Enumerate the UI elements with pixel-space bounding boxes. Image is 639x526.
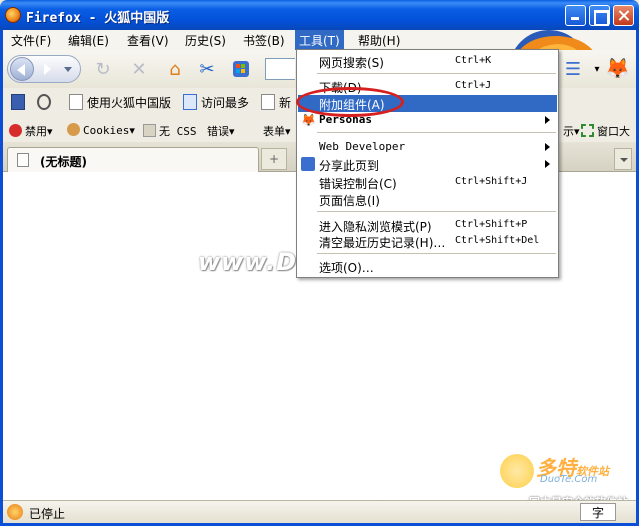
addon-list-icon[interactable]: ☰ (563, 60, 583, 80)
menu-bookmarks[interactable]: 书签(B) (243, 32, 285, 49)
maximize-button[interactable] (589, 5, 610, 26)
window-title: Firefox - 火狐中国版 (26, 11, 170, 26)
menu-edit[interactable]: 编辑(E) (68, 32, 109, 49)
stop-icon[interactable]: ✕ (129, 60, 149, 80)
menu-view[interactable]: 查看(V) (127, 32, 169, 49)
fox-persona-icon[interactable]: 🦊 (605, 58, 630, 78)
menu-item-web-search[interactable]: 网页搜索(S) Ctrl+K (298, 53, 557, 70)
menu-separator (317, 73, 556, 74)
home-icon[interactable]: ⌂ (165, 60, 185, 80)
css-icon (143, 124, 156, 137)
status-bar: 已停止 字 (3, 500, 636, 523)
cookies-menu[interactable]: Cookies▾ (67, 123, 135, 137)
disable-label: 禁用 (25, 125, 47, 138)
plus-icon: + (268, 152, 280, 166)
bookmark-item[interactable]: 使用火狐中国版 (69, 94, 171, 111)
bookmark-item[interactable]: 访问最多 (183, 94, 249, 111)
submenu-arrow-icon (545, 143, 550, 151)
minimize-button[interactable] (565, 5, 586, 26)
title-bar[interactable]: Firefox - 火狐中国版 (0, 0, 639, 30)
no-entry-icon (9, 124, 22, 137)
menu-item-page-info[interactable]: 页面信息(I) (298, 191, 557, 208)
menu-separator (317, 132, 556, 133)
firefox-logo-icon (5, 7, 21, 23)
menu-tools[interactable]: 工具(T) (295, 30, 344, 50)
back-forward-group (7, 55, 81, 83)
tab-title: (无标题) (40, 155, 87, 169)
tools-menu: 网页搜索(S) Ctrl+K 下载(D) Ctrl+J 附加组件(A) 🦊 Pe… (296, 49, 559, 278)
css-menu[interactable]: 无 CSS (143, 123, 197, 139)
forms-label: 表单 (263, 125, 285, 138)
status-icon (7, 504, 23, 520)
errors-label: 错误 (207, 125, 229, 138)
window-size-menu[interactable]: 窗口大 (581, 123, 630, 139)
status-text: 已停止 (29, 507, 66, 521)
resize-icon (581, 124, 594, 137)
maximize-icon (590, 6, 609, 26)
ime-indicator[interactable]: 字 (580, 503, 616, 521)
bookmark-item[interactable]: 新 (261, 94, 291, 111)
user-icon (67, 123, 80, 136)
annotation-circle (296, 87, 404, 117)
tab-untitled[interactable]: (无标题) (7, 147, 259, 172)
cut-icon[interactable]: ✂ (197, 60, 217, 80)
share-icon (301, 157, 315, 171)
clock-icon (37, 94, 51, 110)
close-button[interactable] (613, 5, 634, 26)
submenu-arrow-icon (545, 160, 550, 168)
new-tab-button[interactable]: + (261, 148, 287, 170)
bookmark-label: 访问最多 (201, 96, 250, 110)
bookmark-label: 新 (279, 96, 292, 110)
menu-history[interactable]: 历史(S) (185, 32, 226, 49)
history-sidebar-button[interactable] (37, 94, 55, 110)
list-all-tabs-button[interactable] (614, 148, 632, 170)
menu-separator (317, 211, 556, 212)
window-size-label: 窗口大 (597, 125, 630, 138)
forms-menu[interactable]: 表单▾ (263, 123, 291, 139)
history-dropdown-icon[interactable] (64, 67, 72, 76)
menu-item-private-browsing[interactable]: 进入隐私浏览模式(P) Ctrl+Shift+P (298, 217, 557, 234)
tail-menu[interactable]: 示▾ (563, 123, 580, 139)
minimize-icon (566, 6, 585, 25)
page-icon (69, 94, 83, 110)
submenu-arrow-icon (545, 116, 550, 124)
page-icon (17, 153, 29, 167)
page-icon (261, 94, 275, 110)
menu-item-options[interactable]: 选项(O)… (298, 258, 557, 275)
bookmark-star-icon (11, 94, 25, 110)
mascot-icon (500, 454, 534, 488)
menu-item-web-developer[interactable]: Web Developer (298, 139, 557, 156)
forward-button[interactable] (38, 59, 58, 79)
personas-icon: 🦊 (301, 113, 316, 127)
address-bar[interactable] (265, 58, 295, 80)
disable-menu[interactable]: 禁用▾ (9, 123, 53, 139)
close-icon (614, 6, 633, 25)
menu-item-error-console[interactable]: 错误控制台(C) Ctrl+Shift+J (298, 174, 557, 191)
menu-help[interactable]: 帮助(H) (358, 32, 400, 49)
search-page-icon (183, 94, 197, 110)
errors-menu[interactable]: 错误▾ (207, 123, 235, 139)
menu-file[interactable]: 文件(F) (11, 32, 51, 49)
css-label: 无 CSS (159, 125, 197, 138)
reload-icon[interactable]: ↻ (93, 60, 113, 80)
windows-icon[interactable] (231, 60, 251, 80)
back-button[interactable] (10, 57, 34, 81)
tail-label: 示 (563, 125, 574, 138)
brand-url: DuoTe.Com (540, 474, 598, 485)
menu-item-share-page[interactable]: 分享此页到 (298, 156, 557, 173)
bookmarks-menu-button[interactable] (11, 94, 29, 110)
duote-logo: 多特软件站 DuoTe.Com (496, 444, 626, 500)
dropdown-icon[interactable]: ▾ (587, 60, 607, 80)
bookmark-label: 使用火狐中国版 (87, 96, 172, 110)
nav-right-icons: ☰ ▾ 🦊 (561, 58, 636, 86)
menu-item-clear-history[interactable]: 清空最近历史记录(H)… Ctrl+Shift+Del (298, 233, 557, 250)
menu-separator (317, 253, 556, 254)
cookies-label: Cookies (83, 124, 130, 137)
